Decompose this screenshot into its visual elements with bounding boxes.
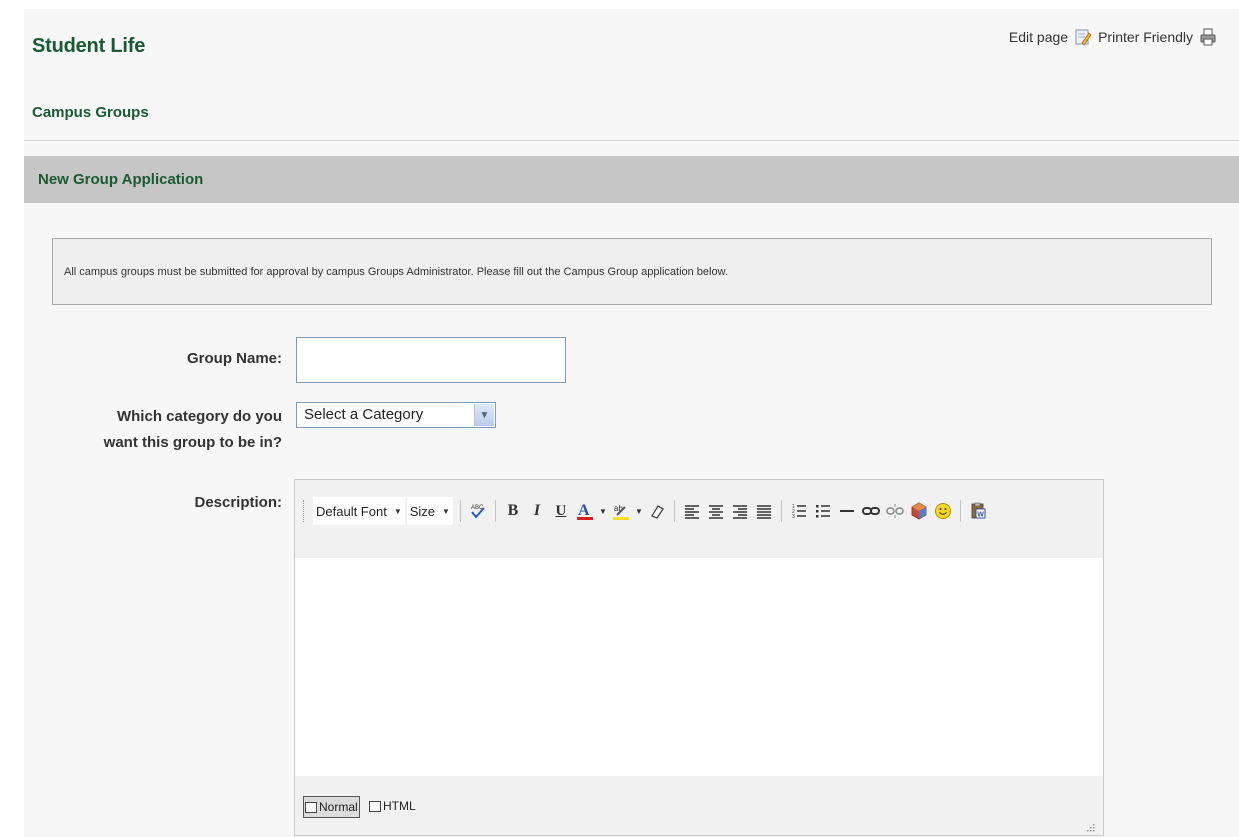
description-edit-area[interactable] [295, 558, 1103, 777]
section-subtitle: Campus Groups [32, 104, 149, 121]
section-header-bar: New Group Application [24, 156, 1239, 203]
resize-grip-icon[interactable] [1085, 819, 1095, 832]
description-label: Description: [194, 494, 282, 511]
printer-icon[interactable] [1199, 28, 1217, 46]
svg-text:3: 3 [792, 514, 795, 519]
page-container: Student Life Edit page Printer Friendly … [24, 9, 1239, 837]
font-dropdown-label: Default Font [316, 503, 387, 519]
section-title: New Group Application [38, 171, 204, 188]
insert-image-icon[interactable] [908, 500, 930, 522]
font-color-icon[interactable]: A [574, 500, 596, 522]
category-select-value: Select a Category [304, 406, 424, 423]
toolbar-separator [459, 500, 461, 522]
font-color-caret-icon[interactable]: ▼ [598, 500, 608, 522]
eraser-icon[interactable] [646, 500, 668, 522]
align-right-icon[interactable] [729, 500, 751, 522]
ordered-list-icon[interactable]: 123 [788, 500, 810, 522]
page-title: Student Life [32, 35, 146, 57]
html-mode-label: HTML [383, 799, 416, 813]
link-icon[interactable] [860, 500, 882, 522]
notice-box: All campus groups must be submitted for … [52, 238, 1212, 305]
edit-page-link[interactable]: Edit page [1009, 29, 1068, 45]
html-mode-icon [369, 800, 381, 812]
group-name-label: Group Name: [186, 350, 282, 367]
align-center-icon[interactable] [705, 500, 727, 522]
description-editor: Default Font ▼ Size ▼ ABC B I U A ▼ ab ▼… [294, 479, 1104, 836]
normal-mode-label: Normal [319, 800, 358, 814]
svg-text:A: A [578, 502, 590, 519]
design-mode-icon [305, 801, 317, 813]
category-select[interactable]: Select a Category ▼ [296, 402, 496, 428]
toolbar-separator [673, 500, 675, 522]
unordered-list-icon[interactable] [812, 500, 834, 522]
category-label-line2: want this group to be in? [103, 434, 282, 451]
editor-toolbar: Default Font ▼ Size ▼ ABC B I U A ▼ ab ▼… [295, 480, 1103, 559]
smiley-icon[interactable] [932, 500, 954, 522]
highlight-color-icon[interactable]: ab [610, 500, 632, 522]
svg-text:ab: ab [614, 504, 623, 513]
svg-text:W: W [977, 512, 984, 519]
printer-friendly-link[interactable]: Printer Friendly [1098, 29, 1193, 45]
toolbar-separator [780, 500, 782, 522]
underline-icon[interactable]: U [550, 500, 572, 522]
page-actions: Edit page Printer Friendly [1009, 28, 1217, 46]
paste-from-word-icon[interactable]: W [967, 500, 989, 522]
normal-mode-button[interactable]: Normal [303, 796, 360, 818]
editor-toolbar-row: Default Font ▼ Size ▼ ABC B I U A ▼ ab ▼… [303, 496, 990, 526]
size-caret-icon: ▼ [442, 506, 450, 516]
italic-icon[interactable]: I [526, 500, 548, 522]
size-dropdown-label: Size [409, 503, 436, 519]
align-justify-icon[interactable] [753, 500, 775, 522]
size-dropdown[interactable]: Size ▼ [406, 497, 453, 525]
font-caret-icon: ▼ [393, 506, 402, 516]
highlight-caret-icon[interactable]: ▼ [634, 500, 644, 522]
chevron-down-icon[interactable]: ▼ [474, 404, 494, 426]
editor-footer: Normal HTML [295, 776, 1103, 835]
group-name-input[interactable] [296, 337, 566, 383]
html-mode-button[interactable]: HTML [369, 796, 416, 816]
horizontal-rule-icon[interactable] [836, 500, 858, 522]
bold-icon[interactable]: B [502, 500, 524, 522]
header-divider [24, 140, 1239, 141]
unlink-icon[interactable] [884, 500, 906, 522]
toolbar-grip [303, 500, 307, 522]
category-label-line1: Which category do you [116, 408, 282, 425]
spellcheck-icon[interactable]: ABC [467, 500, 489, 522]
align-left-icon[interactable] [681, 500, 703, 522]
edit-page-icon[interactable] [1074, 28, 1092, 46]
toolbar-separator [959, 500, 961, 522]
font-dropdown[interactable]: Default Font ▼ [313, 497, 405, 525]
notice-text: All campus groups must be submitted for … [64, 266, 729, 278]
toolbar-separator [494, 500, 496, 522]
